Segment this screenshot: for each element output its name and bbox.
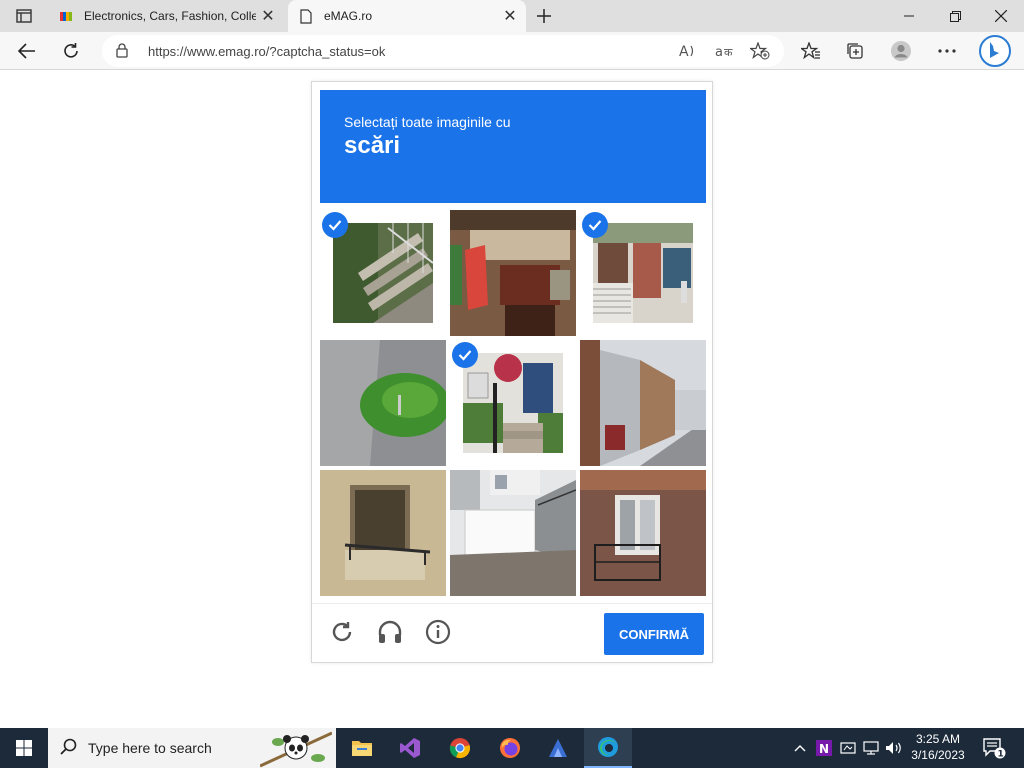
captcha-prompt: Selectați toate imaginile cu scări xyxy=(320,90,706,203)
captcha-tile-6[interactable] xyxy=(580,340,706,466)
info-icon[interactable] xyxy=(422,616,454,648)
notification-icon[interactable]: 1 xyxy=(980,736,1008,760)
captcha-footer: CONFIRMĂ xyxy=(312,603,712,663)
captcha-tile-5[interactable] xyxy=(450,340,576,466)
captcha-tile-3[interactable] xyxy=(580,210,706,336)
collections-icon[interactable] xyxy=(840,36,870,66)
tab-ebay[interactable]: Electronics, Cars, Fashion, Collect ✕ xyxy=(48,0,284,32)
svg-text:N: N xyxy=(819,742,829,756)
tile-image xyxy=(333,223,433,323)
bing-icon[interactable] xyxy=(978,34,1012,68)
tab-actions-icon[interactable] xyxy=(8,5,40,27)
volume-icon[interactable] xyxy=(884,738,904,758)
firefox-icon[interactable] xyxy=(486,728,534,768)
favorites-icon[interactable] xyxy=(796,36,826,66)
taskbar-clock[interactable]: 3:25 AM 3/16/2023 xyxy=(908,731,968,763)
translate-icon[interactable]: aक xyxy=(714,41,734,61)
notification-count: 1 xyxy=(998,750,1004,760)
prompt-keyword: scări xyxy=(344,132,401,159)
prompt-instruction: Selectați toate imaginile cu xyxy=(344,114,511,130)
tile-image xyxy=(593,223,693,323)
add-favorite-icon[interactable] xyxy=(750,41,770,61)
verify-button[interactable]: CONFIRMĂ xyxy=(604,613,704,655)
selected-check-icon xyxy=(582,212,608,238)
captcha-tile-4[interactable] xyxy=(320,340,446,466)
close-window-icon[interactable] xyxy=(978,0,1024,32)
clock-date: 3/16/2023 xyxy=(911,748,965,762)
selected-check-icon xyxy=(452,342,478,368)
ebay-favicon-icon xyxy=(58,8,74,24)
app-icon[interactable] xyxy=(534,728,582,768)
onenote-tray-icon[interactable]: N xyxy=(814,738,834,758)
tile-image xyxy=(320,340,446,466)
network-icon[interactable] xyxy=(862,738,882,758)
selected-check-icon xyxy=(322,212,348,238)
taskbar-search-box[interactable]: Type here to search xyxy=(48,728,336,768)
device-tray-icon[interactable] xyxy=(838,738,858,758)
plus-icon[interactable] xyxy=(532,4,556,28)
captcha-image-grid xyxy=(320,210,706,596)
browser-tab-bar: Electronics, Cars, Fashion, Collect ✕ eM… xyxy=(0,0,1024,32)
tile-image xyxy=(450,470,576,596)
file-explorer-icon[interactable] xyxy=(338,728,386,768)
edge-icon[interactable] xyxy=(584,728,632,768)
chrome-icon[interactable] xyxy=(436,728,484,768)
reload-icon[interactable] xyxy=(326,616,358,648)
windows-taskbar: Type here to search N 3:25 AM 3/16/2023 xyxy=(0,728,1024,768)
tile-image xyxy=(463,353,563,453)
clock-time: 3:25 AM xyxy=(915,732,961,746)
profile-avatar-icon[interactable] xyxy=(886,36,916,66)
captcha-tile-1[interactable] xyxy=(320,210,446,336)
tab-title: Electronics, Cars, Fashion, Collect xyxy=(84,9,256,23)
panda-illustration-icon xyxy=(259,728,333,768)
tile-image xyxy=(580,340,706,466)
tile-image xyxy=(320,470,446,596)
captcha-tile-2[interactable] xyxy=(450,210,576,336)
svg-text:A: A xyxy=(679,44,689,59)
tab-close-icon[interactable]: ✕ xyxy=(256,4,280,28)
url-text: https://www.emag.ro/?captcha_status=ok xyxy=(148,44,386,59)
captcha-tile-8[interactable] xyxy=(450,470,576,596)
lock-icon[interactable] xyxy=(116,43,128,63)
tab-close-icon[interactable]: ✕ xyxy=(498,4,522,28)
captcha-challenge: Selectați toate imaginile cu scări CONFI… xyxy=(311,81,713,663)
browser-toolbar: https://www.emag.ro/?captcha_status=ok A… xyxy=(0,32,1024,70)
headphones-icon[interactable] xyxy=(374,616,406,648)
minimize-icon[interactable] xyxy=(886,0,932,32)
tile-image xyxy=(450,210,576,336)
page-content: Selectați toate imaginile cu scări CONFI… xyxy=(0,71,1024,728)
search-icon xyxy=(60,738,78,761)
tile-image xyxy=(580,470,706,596)
more-options-icon[interactable] xyxy=(932,36,962,66)
address-bar[interactable]: https://www.emag.ro/?captcha_status=ok A… xyxy=(102,35,784,67)
document-favicon-icon xyxy=(298,8,314,24)
visual-studio-icon[interactable] xyxy=(386,728,434,768)
back-arrow-icon[interactable] xyxy=(12,36,42,66)
refresh-icon[interactable] xyxy=(56,36,86,66)
svg-text:a: a xyxy=(715,45,723,59)
search-placeholder: Type here to search xyxy=(88,740,212,756)
chevron-up-icon[interactable] xyxy=(790,738,810,758)
captcha-tile-7[interactable] xyxy=(320,470,446,596)
tab-emag[interactable]: eMAG.ro ✕ xyxy=(288,0,526,32)
read-aloud-icon[interactable]: A xyxy=(678,41,698,61)
captcha-tile-9[interactable] xyxy=(580,470,706,596)
tab-title: eMAG.ro xyxy=(324,9,373,23)
restore-icon[interactable] xyxy=(932,0,978,32)
windows-start-icon[interactable] xyxy=(0,728,48,768)
svg-text:क: क xyxy=(724,46,733,59)
